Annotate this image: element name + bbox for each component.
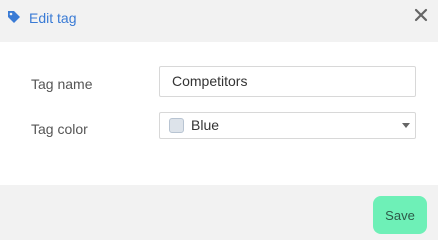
tag-name-label: Tag name <box>31 76 93 92</box>
save-button[interactable]: Save <box>373 196 427 234</box>
tag-color-select[interactable]: Blue <box>159 112 416 139</box>
dialog-footer: Save <box>0 185 438 240</box>
dialog-header: Edit tag <box>0 0 438 42</box>
close-icon[interactable] <box>414 8 428 22</box>
dialog-title: Edit tag <box>29 10 77 26</box>
tag-color-label: Tag color <box>31 121 88 137</box>
edit-tag-dialog: Edit tag Tag name Competitors Tag color … <box>0 0 438 240</box>
tag-name-input[interactable]: Competitors <box>159 66 416 97</box>
color-swatch <box>169 118 184 133</box>
dialog-body: Tag name Competitors Tag color Blue <box>0 42 438 185</box>
chevron-down-icon <box>402 123 410 128</box>
tag-color-value: Blue <box>191 117 220 133</box>
tag-icon <box>8 11 20 23</box>
